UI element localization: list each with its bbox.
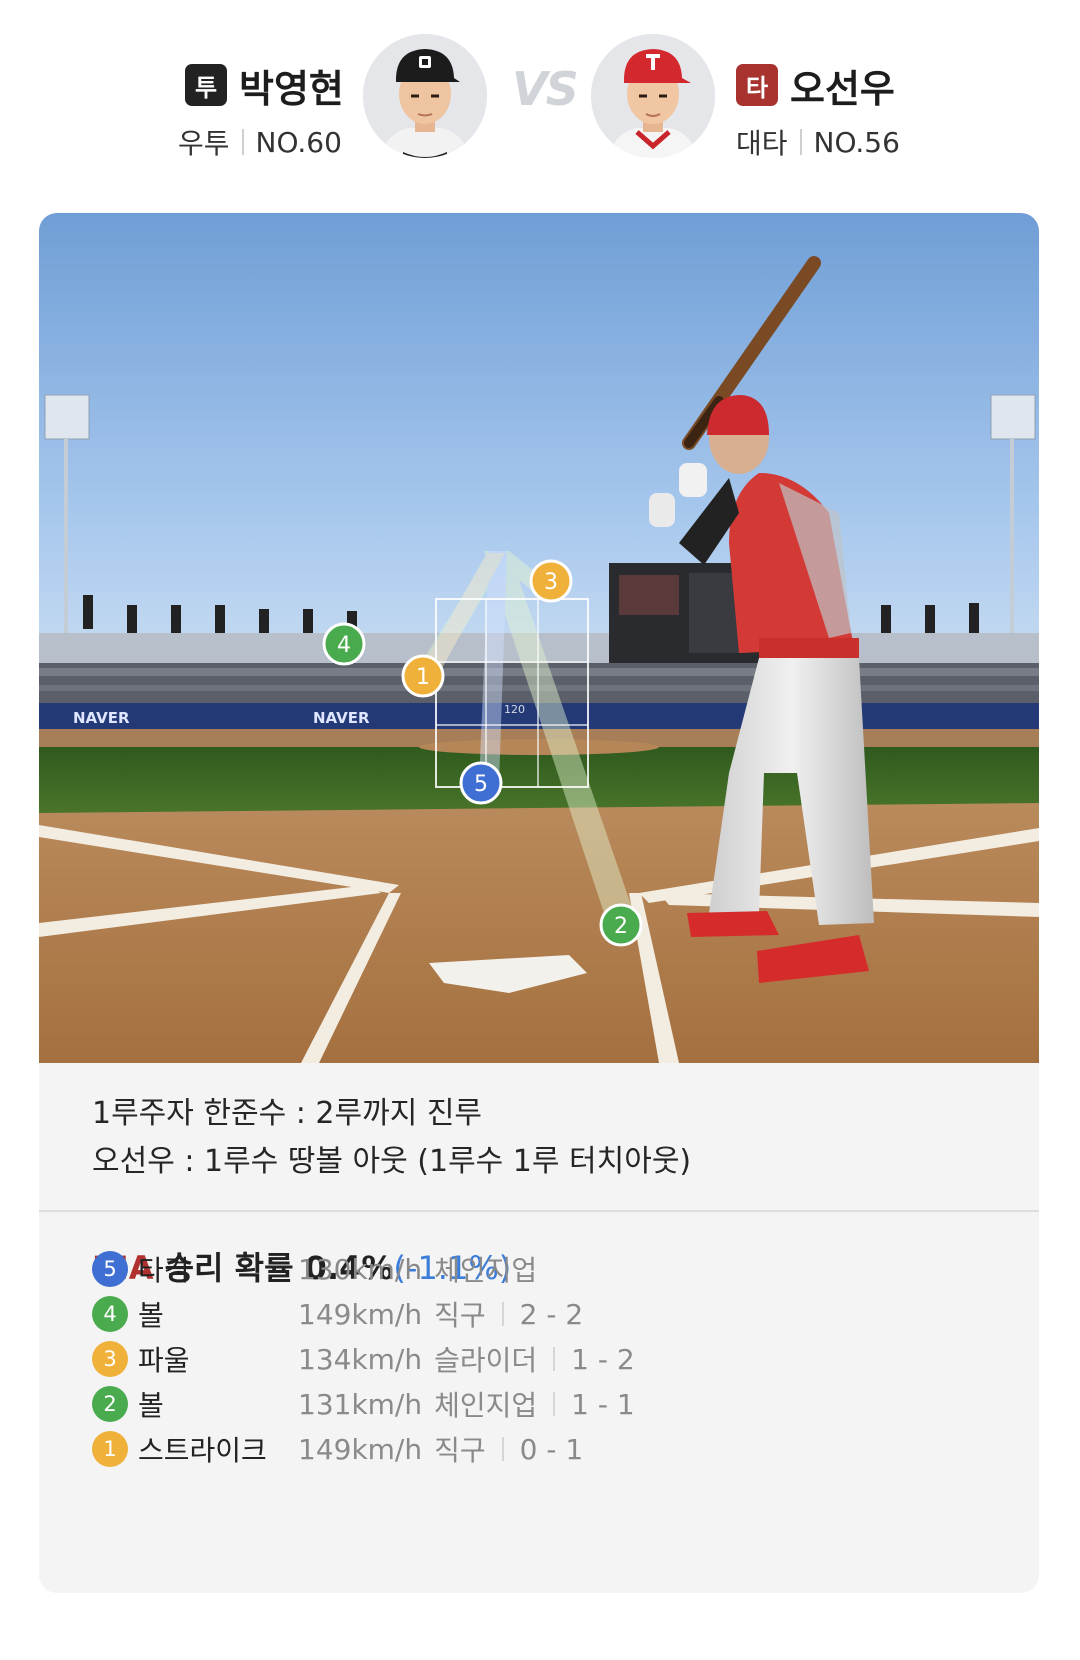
batter-photo-icon: [591, 34, 715, 158]
pitcher-avatar[interactable]: [363, 34, 487, 158]
divider: [501, 1437, 504, 1461]
pitcher-badge: 투: [185, 64, 227, 106]
pitch-result: 볼: [138, 1299, 164, 1332]
pitch-row-1[interactable]: 1 스트라이크 149km/h 직구 0 - 1: [92, 1429, 992, 1469]
pitch-marker-label: 2: [614, 914, 628, 939]
batter-number: NO.56: [813, 125, 900, 159]
pitch-number-badge: 5: [92, 1251, 128, 1287]
divider: [501, 1302, 504, 1326]
event-line-2: 오선우 : 1루수 땅볼 아웃 (1루수 1루 터치아웃): [92, 1144, 692, 1179]
zone-value: 120: [504, 703, 525, 716]
pitch-detail: 149km/h 직구 0 - 1: [298, 1429, 583, 1469]
pitch-marker-label: 1: [416, 665, 430, 690]
pitcher-name[interactable]: 박영현: [239, 58, 344, 113]
ad-text-1: NAVER: [73, 709, 130, 727]
pitcher-position: 우투: [178, 127, 230, 160]
pitch-count: 2 - 2: [519, 1297, 584, 1331]
play-events: 1루주자 한준수 : 2루까지 진루 오선우 : 1루수 땅볼 아웃 (1루수 …: [39, 1063, 1039, 1210]
pitch-result: 볼: [138, 1389, 164, 1422]
matchup-header: 투 박영현 우투 NO.60 VS 타 오선우 대타 NO.56: [0, 0, 1080, 200]
pitch-marker-label: 5: [474, 772, 488, 797]
pitch-detail: 131km/h 체인지업 1 - 1: [298, 1384, 635, 1424]
batter-position: 대타: [736, 127, 788, 160]
pitch-type: 직구: [434, 1299, 486, 1332]
pitch-marker-label: 4: [337, 633, 351, 658]
vs-label: VS: [512, 62, 579, 116]
pitch-type: 슬라이더: [434, 1344, 538, 1377]
batter-avatar[interactable]: [591, 34, 715, 158]
pitch-marker-1[interactable]: 1: [401, 654, 445, 698]
divider: [241, 129, 244, 155]
pitch-number-badge: 3: [92, 1341, 128, 1377]
event-line-1: 1루주자 한준수 : 2루까지 진루: [92, 1096, 483, 1131]
pitch-speed: 149km/h: [298, 1432, 423, 1466]
pitch-speed: 130km/h: [298, 1252, 423, 1286]
pitch-result-card: NAVER NAVER 120 4 1 3 5 2 1루주자 한준수: 2루까…: [39, 213, 1039, 1593]
batter-name-row[interactable]: 타 오선우: [736, 58, 895, 113]
pitch-marker-5[interactable]: 5: [459, 761, 503, 805]
pitch-marker-label: 3: [544, 570, 558, 595]
pitch-result: 타격: [138, 1254, 190, 1287]
batter-meta: 대타 NO.56: [736, 122, 900, 162]
pitch-number-badge: 2: [92, 1386, 128, 1422]
pitcher-photo-icon: [363, 34, 487, 158]
pitch-row-5[interactable]: 5 타격 130km/h 체인지업: [92, 1249, 992, 1289]
pitch-speed: 149km/h: [298, 1297, 423, 1331]
pitch-number-badge: 4: [92, 1296, 128, 1332]
pitch-result: 파울: [138, 1344, 190, 1377]
pitch-row-2[interactable]: 2 볼 131km/h 체인지업 1 - 1: [92, 1384, 992, 1424]
divider: [799, 129, 802, 155]
section-divider: [39, 1210, 1039, 1212]
divider: [553, 1347, 556, 1371]
pitch-location-field: NAVER NAVER 120 4 1 3 5 2: [39, 213, 1039, 1063]
pitcher-number: NO.60: [255, 125, 342, 159]
pitcher-name-row[interactable]: 투 박영현: [185, 58, 344, 113]
pitch-number-badge: 1: [92, 1431, 128, 1467]
pitch-type: 체인지업: [434, 1254, 538, 1287]
divider: [553, 1392, 556, 1416]
pitch-speed: 131km/h: [298, 1387, 423, 1421]
pitch-marker-2[interactable]: 2: [599, 903, 643, 947]
pitch-speed: 134km/h: [298, 1342, 423, 1376]
pitch-type: 체인지업: [434, 1389, 538, 1422]
pitch-type: 직구: [434, 1434, 486, 1467]
pitch-marker-4[interactable]: 4: [322, 622, 366, 666]
batter-badge: 타: [736, 64, 778, 106]
pitch-row-3[interactable]: 3 파울 134km/h 슬라이더 1 - 2: [92, 1339, 992, 1379]
pitch-detail: 130km/h 체인지업: [298, 1249, 537, 1289]
pitch-result: 스트라이크: [138, 1434, 267, 1467]
pitch-count: 0 - 1: [519, 1432, 584, 1466]
pitch-detail: 134km/h 슬라이더 1 - 2: [298, 1339, 635, 1379]
pitcher-meta: 우투 NO.60: [178, 122, 342, 162]
pitch-row-4[interactable]: 4 볼 149km/h 직구 2 - 2: [92, 1294, 992, 1334]
batter-name[interactable]: 오선우: [790, 58, 895, 113]
ad-text-2: NAVER: [313, 709, 370, 727]
pitch-detail: 149km/h 직구 2 - 2: [298, 1294, 583, 1334]
pitch-marker-3[interactable]: 3: [529, 559, 573, 603]
pitch-count: 1 - 1: [571, 1387, 635, 1421]
pitch-count: 1 - 2: [571, 1342, 635, 1376]
